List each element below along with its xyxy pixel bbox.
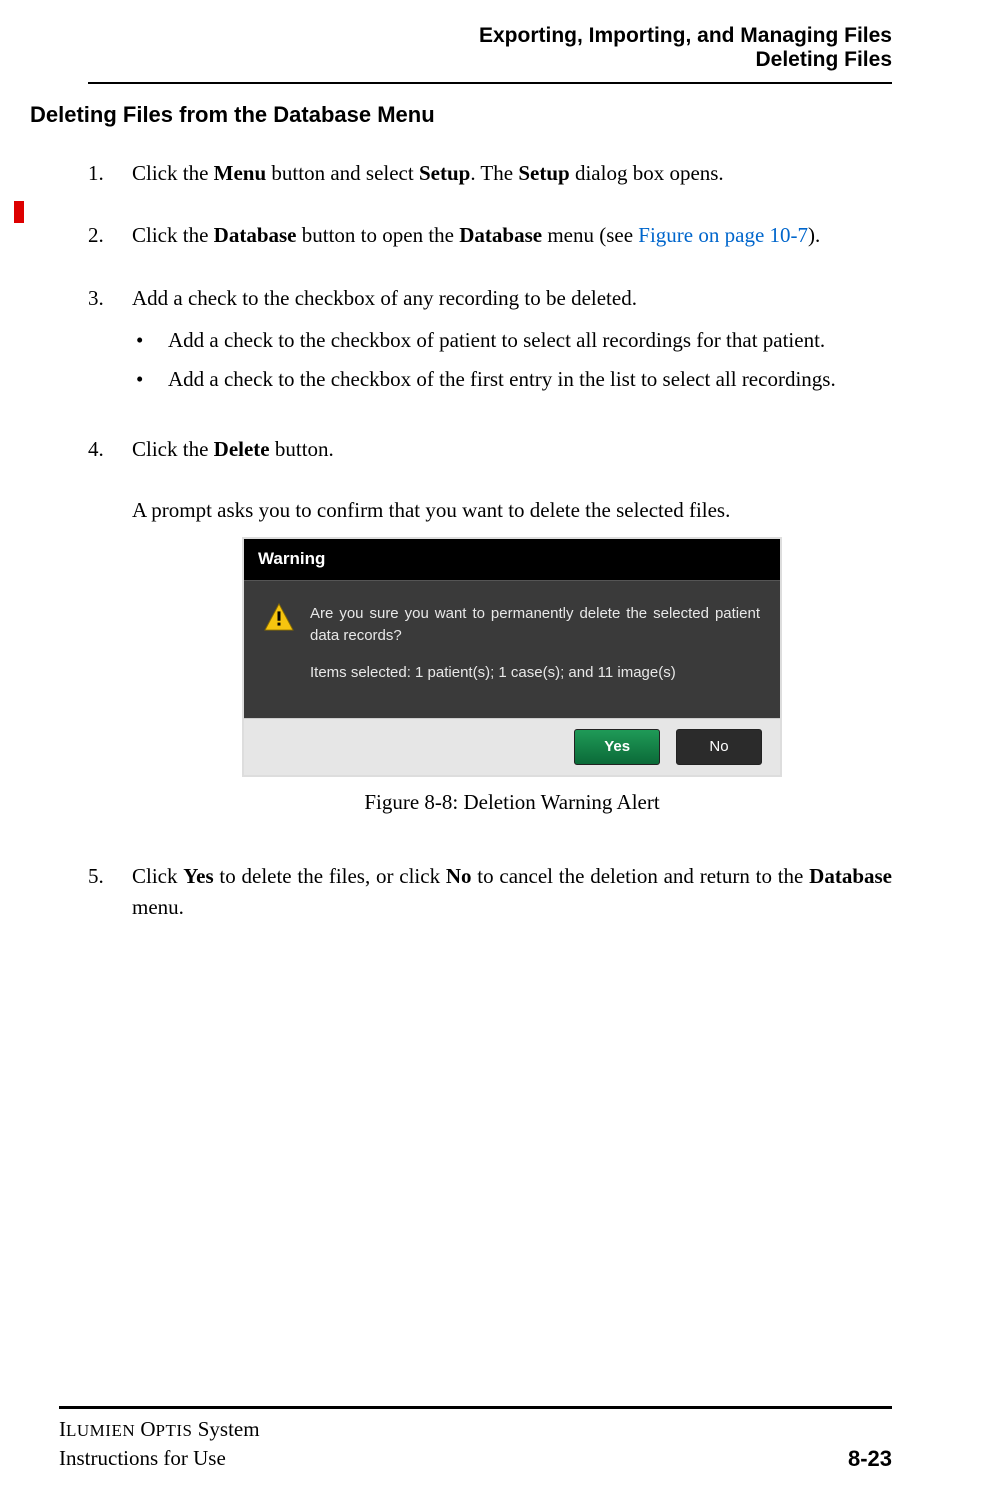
bullet-icon: • bbox=[132, 325, 168, 355]
dialog-messages: Are you sure you want to permanently del… bbox=[310, 603, 760, 699]
list-item: • Add a check to the checkbox of the fir… bbox=[132, 364, 892, 394]
step-body: Click the Menu button and select Setup. … bbox=[132, 158, 892, 188]
step-body: Add a check to the checkbox of any recor… bbox=[132, 283, 892, 402]
header-rule bbox=[88, 82, 892, 84]
header-chapter: Exporting, Importing, and Managing Files bbox=[16, 24, 892, 48]
dialog-body: Are you sure you want to permanently del… bbox=[244, 581, 780, 719]
step-1: 1. Click the Menu button and select Setu… bbox=[88, 158, 892, 188]
step-body: Click the Database button to open the Da… bbox=[132, 220, 892, 250]
footer-rule bbox=[59, 1406, 892, 1409]
step-number: 1. bbox=[88, 158, 132, 188]
step-2: 2. Click the Database button to open the… bbox=[88, 220, 892, 250]
step-body: Click the Delete button. A prompt asks y… bbox=[132, 434, 892, 861]
bullet-list: • Add a check to the checkbox of patient… bbox=[132, 325, 892, 394]
figure-xref-link[interactable]: Figure on page 10-7 bbox=[638, 223, 808, 247]
list-item: • Add a check to the checkbox of patient… bbox=[132, 325, 892, 355]
bullet-icon: • bbox=[132, 364, 168, 394]
page-footer: ILUMIEN OPTIS System Instructions for Us… bbox=[16, 1406, 892, 1472]
page-number: 8-23 bbox=[848, 1446, 892, 1472]
section-title: Deleting Files from the Database Menu bbox=[30, 102, 892, 128]
no-button[interactable]: No bbox=[676, 729, 762, 765]
warning-icon bbox=[264, 603, 294, 631]
step-body: Click Yes to delete the files, or click … bbox=[132, 861, 892, 922]
dialog-figure: Warning Are you sure you want to permane… bbox=[132, 537, 892, 777]
yes-button[interactable]: Yes bbox=[574, 729, 660, 765]
figure-caption: Figure 8-8: Deletion Warning Alert bbox=[132, 787, 892, 817]
footer-product-name: ILUMIEN OPTIS System bbox=[59, 1415, 260, 1443]
dialog-footer: Yes No bbox=[244, 718, 780, 775]
step-number: 3. bbox=[88, 283, 132, 402]
step-prompt: A prompt asks you to confirm that you wa… bbox=[132, 495, 892, 525]
page-header: Exporting, Importing, and Managing Files… bbox=[16, 24, 892, 72]
footer-doc-type: Instructions for Use bbox=[59, 1444, 260, 1472]
step-4: 4. Click the Delete button. A prompt ask… bbox=[88, 434, 892, 861]
footer-left: ILUMIEN OPTIS System Instructions for Us… bbox=[59, 1415, 260, 1472]
steps-list: 1. Click the Menu button and select Setu… bbox=[88, 158, 892, 922]
revision-mark bbox=[14, 201, 24, 223]
step-number: 4. bbox=[88, 434, 132, 861]
step-3: 3. Add a check to the checkbox of any re… bbox=[88, 283, 892, 402]
dialog-message-2: Items selected: 1 patient(s); 1 case(s);… bbox=[310, 662, 760, 685]
step-5: 5. Click Yes to delete the files, or cli… bbox=[88, 861, 892, 922]
dialog-title: Warning bbox=[244, 539, 780, 581]
step-number: 2. bbox=[88, 220, 132, 250]
header-section: Deleting Files bbox=[16, 48, 892, 72]
dialog-message-1: Are you sure you want to permanently del… bbox=[310, 603, 760, 648]
step-number: 5. bbox=[88, 861, 132, 922]
warning-dialog: Warning Are you sure you want to permane… bbox=[242, 537, 782, 777]
